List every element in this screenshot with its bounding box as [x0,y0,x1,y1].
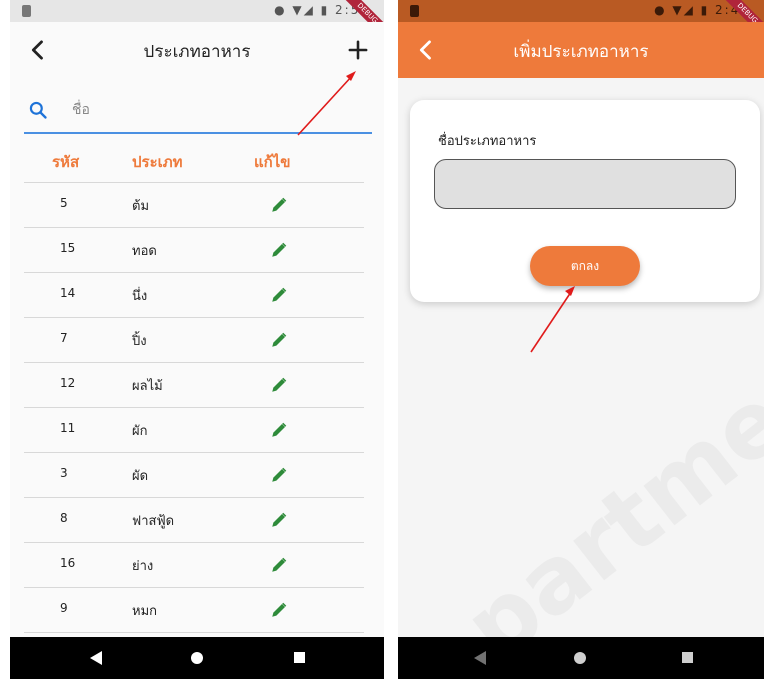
nav-back-icon[interactable] [474,651,486,665]
android-nav-bar [398,637,764,679]
category-name-field[interactable] [434,159,736,209]
pencil-edit-icon[interactable] [270,511,288,529]
table-row: 3 ผัด [24,453,364,498]
nav-home-icon[interactable] [574,652,586,664]
row-code: 7 [60,331,68,345]
table-row: 9 หมก [24,588,364,633]
row-type: ผัด [132,469,149,484]
search-bar [24,88,372,134]
row-type: ทอด [132,244,157,259]
table-row: 16 ย่าง [24,543,364,588]
signal-wifi-battery-icons: ● ▼◢ ▮ [274,3,336,17]
nav-recents-icon[interactable] [294,652,305,663]
chevron-left-icon[interactable] [24,36,52,64]
pencil-edit-icon[interactable] [270,331,288,349]
column-header-code: รหัส [52,153,80,171]
pencil-edit-icon[interactable] [270,196,288,214]
table-row: 5 ต้ม [24,183,364,228]
row-code: 8 [60,511,68,525]
sim-icon [410,5,419,17]
status-bar: ● ▼◢ ▮ 2:50 DEBUG [10,0,384,43]
row-code: 5 [60,196,68,210]
row-type: ย่าง [132,559,154,574]
app-bar: ประเภทอาหาร [10,22,384,78]
page-title: ประเภทอาหาร [143,42,251,62]
watermark: partme [445,366,764,679]
table-row: 12 ผลไม้ [24,363,364,408]
category-table: 5 ต้ม 15 ทอด 14 นึ่ง 7 ปิ้ง 12 ผลไม้ 11 … [24,183,364,633]
android-nav-bar [10,637,384,679]
row-code: 12 [60,376,76,390]
nav-back-icon[interactable] [90,651,102,665]
page-title: เพิ่มประเภทอาหาร [513,42,649,62]
row-code: 15 [60,241,76,255]
plus-icon[interactable] [344,36,372,64]
row-code: 11 [60,421,76,435]
table-header: รหัส ประเภท แก้ไข [24,140,364,183]
pencil-edit-icon[interactable] [270,556,288,574]
table-row: 8 ฟาสฟู้ด [24,498,364,543]
phone-screen-category-list: ● ▼◢ ▮ 2:50 DEBUG ประเภทอาหาร รหัส ประเภ… [10,0,384,679]
phone-screen-add-category: partme ● ▼◢ ▮ 2:48 DEBUG เพิ่มประเภทอาหา… [398,0,764,679]
column-header-type: ประเภท [132,153,183,171]
pencil-edit-icon[interactable] [270,241,288,259]
row-type: ต้ม [132,199,150,214]
table-row: 11 ผัก [24,408,364,453]
search-input[interactable] [70,96,364,124]
table-row: 14 นึ่ง [24,273,364,318]
nav-recents-icon[interactable] [682,652,693,663]
table-row: 7 ปิ้ง [24,318,364,363]
nav-home-icon[interactable] [191,652,203,664]
table-row: 15 ทอด [24,228,364,273]
pencil-edit-icon[interactable] [270,466,288,484]
add-category-card: ชื่อประเภทอาหาร ตกลง [410,100,760,302]
row-code: 16 [60,556,76,570]
ok-button[interactable]: ตกลง [530,246,640,286]
row-type: หมก [132,604,158,619]
sim-icon [22,5,31,17]
signal-wifi-battery-icons: ● ▼◢ ▮ [654,3,716,17]
row-type: นึ่ง [132,289,148,304]
status-bar: ● ▼◢ ▮ 2:48 DEBUG [398,0,764,43]
column-header-edit: แก้ไข [254,153,291,171]
row-type: ฟาสฟู้ด [132,514,175,529]
row-code: 3 [60,466,68,480]
row-code: 9 [60,601,68,615]
chevron-left-icon[interactable] [412,36,440,64]
row-type: ผลไม้ [132,379,163,394]
pencil-edit-icon[interactable] [270,286,288,304]
row-type: ผัก [132,424,148,439]
row-type: ปิ้ง [132,334,147,349]
app-bar: เพิ่มประเภทอาหาร [398,22,764,78]
pencil-edit-icon[interactable] [270,421,288,439]
pencil-edit-icon[interactable] [270,376,288,394]
row-code: 14 [60,286,76,300]
search-icon [29,101,47,119]
category-name-label: ชื่อประเภทอาหาร [438,134,537,149]
pencil-edit-icon[interactable] [270,601,288,619]
